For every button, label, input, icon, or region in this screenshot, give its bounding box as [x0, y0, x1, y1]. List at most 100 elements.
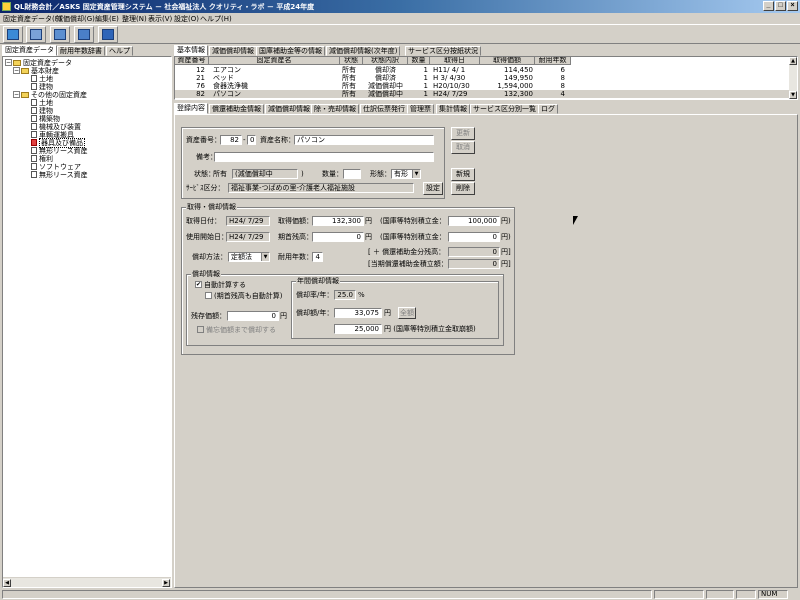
minimize-button[interactable]: _	[763, 1, 774, 11]
tree-node-land[interactable]: 土地	[31, 75, 53, 83]
scroll-up-icon[interactable]: ▲	[789, 57, 797, 65]
acq-price-field[interactable]: 132,300	[312, 216, 364, 226]
table-header[interactable]: 耐用年数	[535, 57, 571, 65]
menu-edit[interactable]: 編集(E)	[95, 14, 119, 24]
tab-depreciation[interactable]: 減価償却情報	[265, 104, 313, 114]
tree-node-intangible-lease[interactable]: 無形リース資産	[31, 147, 88, 155]
tree-node-root[interactable]: − 固定資産データ	[5, 59, 72, 67]
collapse-icon[interactable]: −	[5, 59, 12, 66]
tab-useful-life-dictionary[interactable]: 耐用年数辞書	[57, 46, 105, 56]
begin-balance-field[interactable]: 0	[312, 232, 364, 242]
life-field[interactable]: 4	[312, 252, 323, 262]
checkbox-disabled-icon	[197, 326, 204, 333]
tree-horizontal-scrollbar[interactable]: ◀ ▶	[3, 577, 171, 587]
table-vertical-scrollbar[interactable]: ▲ ▼	[789, 57, 797, 99]
tree-node-structures[interactable]: 構築物	[31, 115, 60, 123]
table-row[interactable]: 12 エアコン 所有 償却済 1 H11/ 4/ 1 114,450 6	[175, 66, 789, 74]
collapse-icon[interactable]: −	[13, 91, 20, 98]
table-header[interactable]: 数量	[408, 57, 430, 65]
auto-calc-checkbox[interactable]: ✔ 自動計算する	[195, 281, 246, 290]
table-header[interactable]: 状態内訳	[363, 57, 408, 65]
checkbox-icon[interactable]	[205, 292, 212, 299]
table-header[interactable]: 資産番号	[175, 57, 209, 65]
collapse-icon[interactable]: −	[13, 67, 20, 74]
close-button[interactable]: ×	[787, 1, 798, 11]
toolbar-button-copy[interactable]	[74, 26, 94, 43]
table-header[interactable]: 固定資産名	[209, 57, 340, 65]
to-memo-checkbox[interactable]: 備忘価額まで償却する	[197, 326, 276, 335]
tab-basic-info[interactable]: 基本情報	[174, 45, 208, 56]
tab-depreciation-info[interactable]: 減価償却情報	[209, 46, 257, 56]
asset-sub-no-field[interactable]: 0	[247, 135, 256, 145]
tree-node-other-building[interactable]: 建物	[31, 107, 53, 115]
table-header[interactable]: 取得日	[430, 57, 480, 65]
menu-organize[interactable]: 整理(N)	[122, 14, 147, 24]
table-row[interactable]: 21 ベッド 所有 償却済 1 H 3/ 4/30 149,950 8	[175, 74, 789, 82]
form-select[interactable]: 有形 ▼	[391, 169, 421, 179]
tab-service-list[interactable]: サービス区分別一覧	[470, 104, 539, 114]
menu-depreciation[interactable]: 減価償却(G)	[56, 14, 95, 24]
tree-node-equipment[interactable]: 器具及び備品	[31, 138, 85, 148]
cancel-button[interactable]: 取消	[451, 141, 475, 154]
menu-file[interactable]: 固定資産データ(F)	[3, 14, 62, 24]
period-auto-checkbox[interactable]: (期首残高も自動計算)	[205, 292, 282, 301]
scroll-right-icon[interactable]: ▶	[162, 579, 170, 587]
service-field: 福祉事業-つばめの里-介護老人福祉施設	[228, 183, 414, 193]
asset-name-field[interactable]: パソコン	[294, 135, 434, 145]
maximize-button[interactable]: □	[775, 1, 786, 11]
tab-next-year-depreciation[interactable]: 減価償却情報(次年度)	[326, 46, 401, 56]
subsidy-balance-unit: 円]	[501, 248, 511, 256]
tree-node-basic-assets[interactable]: − 基本財産	[13, 67, 59, 75]
memo-field[interactable]	[214, 152, 434, 162]
tree-node-rights[interactable]: 権利	[31, 155, 53, 163]
tab-subsidy-info[interactable]: 国庫補助金等の情報	[256, 46, 325, 56]
toolbar-button-print[interactable]	[26, 26, 46, 43]
tab-management-sheet[interactable]: 管理票	[407, 104, 434, 114]
tree-node-software[interactable]: ソフトウェア	[31, 163, 81, 171]
scroll-down-icon[interactable]: ▼	[789, 91, 797, 99]
update-button[interactable]: 更新	[451, 127, 475, 140]
toolbar-button-save[interactable]	[98, 26, 118, 43]
tab-help[interactable]: ヘルプ	[106, 46, 133, 56]
menu-help[interactable]: ヘルプ(H)	[200, 14, 232, 24]
tab-log[interactable]: ログ	[538, 104, 558, 114]
tree-node-intangible-lease-2[interactable]: 無形リース資産	[31, 171, 88, 179]
reserve-field[interactable]: 100,000	[448, 216, 500, 226]
toolbar-button-preview[interactable]	[50, 26, 70, 43]
amount2-field[interactable]: 25,000	[334, 324, 382, 334]
tab-registration[interactable]: 登録内容	[174, 103, 208, 114]
chevron-down-icon[interactable]: ▼	[412, 170, 420, 178]
service-set-button[interactable]: 設定	[423, 182, 443, 195]
tab-service-allocation[interactable]: サービス区分按紙状況	[405, 46, 481, 56]
delete-button[interactable]: 削除	[451, 182, 475, 195]
chevron-down-icon[interactable]: ▼	[261, 253, 269, 261]
toolbar-button-exit[interactable]	[3, 26, 23, 43]
full-amount-button[interactable]: 全額	[398, 307, 416, 319]
table-row[interactable]: 76 食器洗浄機 所有 減価償却中 1 H20/10/30 1,594,000 …	[175, 82, 789, 90]
tree-node-other-land[interactable]: 土地	[31, 99, 53, 107]
qty-field[interactable]	[343, 169, 361, 179]
reserve2-field[interactable]: 0	[448, 232, 500, 242]
new-button[interactable]: 新規	[451, 168, 475, 181]
tree-node-building[interactable]: 建物	[31, 83, 53, 91]
menu-view[interactable]: 表示(V)	[148, 14, 172, 24]
table-header[interactable]: 取得価額	[480, 57, 535, 65]
scroll-left-icon[interactable]: ◀	[3, 579, 11, 587]
checkbox-checked-icon[interactable]: ✔	[195, 281, 202, 288]
tab-disposal[interactable]: 除・売却情報	[311, 104, 359, 114]
menu-settings[interactable]: 設定(O)	[174, 14, 199, 24]
tab-journal[interactable]: 仕訳伝票発行	[360, 104, 408, 114]
tree-node-machinery[interactable]: 機械及び装置	[31, 123, 81, 131]
cell-acq-date: H11/ 4/ 1	[433, 66, 466, 74]
tab-asset-data[interactable]: 固定資産データ	[2, 45, 57, 56]
tab-subsidy-redemption[interactable]: 償還補助金情報	[209, 104, 264, 114]
table-row-selected[interactable]: 82 パソコン 所有 減価償却中 1 H24/ 7/29 132,300 4	[175, 90, 789, 98]
asset-no-field[interactable]: 82	[220, 135, 242, 145]
tab-aggregate[interactable]: 集計情報	[436, 104, 470, 114]
method-select[interactable]: 定額法 ▼	[228, 252, 270, 262]
residual-field[interactable]: 0	[227, 311, 279, 321]
use-date-field: H24/ 7/29	[226, 232, 270, 242]
amount-field[interactable]: 33,075	[334, 308, 382, 318]
table-header[interactable]: 状態	[340, 57, 363, 65]
tree-node-other-assets[interactable]: − その他の固定資産	[13, 91, 87, 99]
